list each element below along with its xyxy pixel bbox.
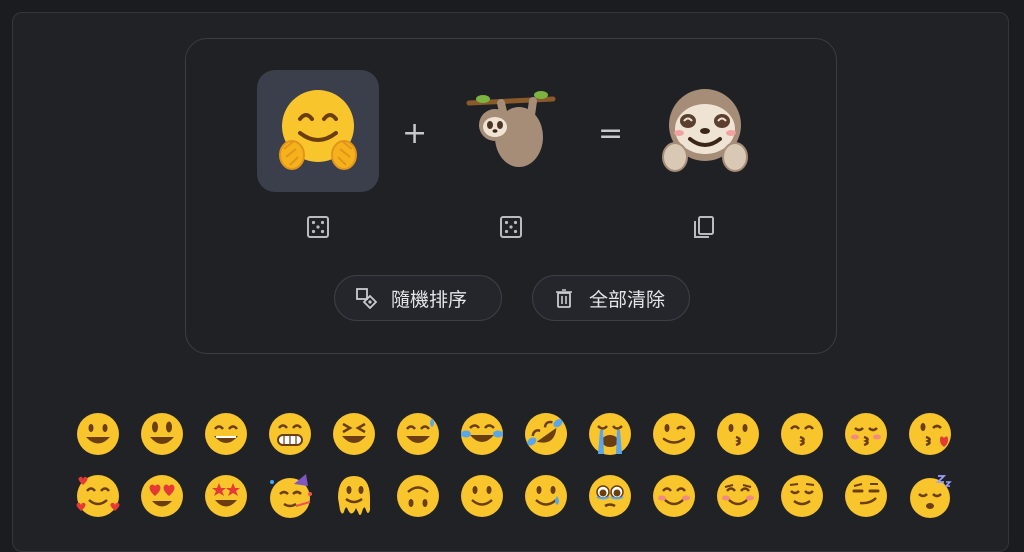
- rolling-on-floor-laughing-icon[interactable]: [520, 408, 572, 460]
- heart-eyes-icon[interactable]: [136, 470, 188, 522]
- beaming-face-icon[interactable]: [264, 408, 316, 460]
- plus-operator: +: [402, 116, 428, 151]
- smiling-face-smiling-eyes-icon[interactable]: [648, 470, 700, 522]
- right-emoji-slot[interactable]: [450, 70, 572, 192]
- clear-all-label: 全部清除: [589, 288, 666, 311]
- clear-all-button[interactable]: 全部清除: [532, 275, 690, 321]
- copy-icon: [694, 216, 714, 238]
- shuffle-label: 隨機排序: [391, 288, 468, 311]
- slightly-smiling-face-icon[interactable]: [456, 470, 508, 522]
- grinning-face-icon[interactable]: [72, 408, 124, 460]
- result-emoji-slot[interactable]: [644, 70, 766, 192]
- winking-face-icon[interactable]: [648, 408, 700, 460]
- shuffle-button[interactable]: 隨機排序: [334, 275, 502, 321]
- smirking-face-icon[interactable]: [840, 470, 892, 522]
- sloth-icon: [466, 91, 556, 167]
- equals-operator: =: [598, 116, 624, 151]
- face-holding-back-tears-icon[interactable]: [584, 470, 636, 522]
- dice-icon: [307, 216, 329, 238]
- left-emoji-slot[interactable]: [257, 70, 379, 192]
- grinning-face-big-eyes-icon[interactable]: [136, 408, 188, 460]
- grinning-face-smiling-eyes-icon[interactable]: [200, 408, 252, 460]
- sleeping-face-icon[interactable]: [904, 470, 956, 522]
- trash-icon: [553, 287, 575, 309]
- kissing-face-closed-eyes-icon[interactable]: [840, 408, 892, 460]
- smiling-face-hearts-icon[interactable]: [72, 470, 124, 522]
- smiling-face-icon[interactable]: [712, 470, 764, 522]
- shuffle-shapes-icon: [355, 287, 377, 309]
- randomize-left-dice-icon[interactable]: [305, 214, 331, 240]
- randomize-right-dice-icon[interactable]: [498, 214, 524, 240]
- dice-icon: [500, 216, 522, 238]
- copy-result-icon[interactable]: [691, 214, 717, 240]
- loudly-crying-face-icon[interactable]: [584, 408, 636, 460]
- hugging-face-icon: [279, 90, 357, 170]
- hugging-sloth-icon: [662, 89, 748, 172]
- kissing-face-icon[interactable]: [712, 408, 764, 460]
- melting-face-icon[interactable]: [328, 470, 380, 522]
- kissing-face-smiling-eyes-icon[interactable]: [776, 408, 828, 460]
- face-tears-of-joy-icon[interactable]: [456, 408, 508, 460]
- star-struck-icon[interactable]: [200, 470, 252, 522]
- relieved-face-icon[interactable]: [776, 470, 828, 522]
- partying-face-icon[interactable]: [264, 470, 316, 522]
- face-blowing-kiss-icon[interactable]: [904, 408, 956, 460]
- grinning-squinting-face-icon[interactable]: [328, 408, 380, 460]
- grinning-face-sweat-icon[interactable]: [392, 408, 444, 460]
- upside-down-face-icon[interactable]: [392, 470, 444, 522]
- emoji-mixer-card: + = 隨機排序 全部清除: [185, 38, 837, 354]
- smiling-face-tear-icon[interactable]: [520, 470, 572, 522]
